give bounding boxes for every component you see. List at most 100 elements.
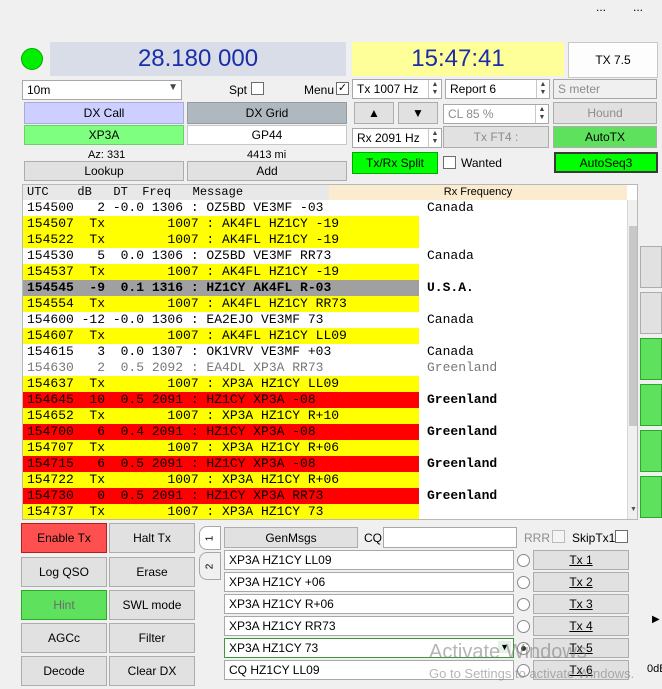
table-row[interactable]: 154607 Tx 1007 : AK4FL HZ1CY LL09 xyxy=(23,328,627,344)
side-button-5[interactable] xyxy=(640,430,662,472)
side-button-3[interactable] xyxy=(640,338,662,380)
table-row[interactable]: 154500 2 -0.0 1306 : OZ5BD VE3MF -03 Cana… xyxy=(23,200,627,216)
genmsgs-button[interactable]: GenMsgs xyxy=(224,527,358,548)
hound-button[interactable]: Hound xyxy=(553,102,657,124)
tx-frequency-spinbox[interactable]: Tx 1007 Hz ▲ ▼ xyxy=(352,79,442,99)
swl-mode-button[interactable]: SWL mode xyxy=(109,590,195,620)
table-row[interactable]: 154645 10 0.5 2091 : HZ1CY XP3A -08 Green… xyxy=(23,392,627,408)
table-row[interactable]: 154652 Tx 1007 : XP3A HZ1CY R+10 xyxy=(23,408,627,424)
side-button-6[interactable] xyxy=(640,476,662,518)
spt-checkbox[interactable] xyxy=(251,82,264,95)
cl-percent-spinbox: CL 85 % ▲ ▼ xyxy=(443,104,549,124)
side-button-4[interactable] xyxy=(640,384,662,426)
autoseq-button[interactable]: AutoSeq3 xyxy=(554,152,658,173)
rx-frequency-header: Rx Frequency xyxy=(329,185,627,200)
table-row[interactable]: 154507 Tx 1007 : AK4FL HZ1CY -19 xyxy=(23,216,627,232)
table-row[interactable]: 154522 Tx 1007 : AK4FL HZ1CY -19 xyxy=(23,232,627,248)
enable-tx-button[interactable]: Enable Tx xyxy=(21,523,107,553)
tx-select-radio[interactable] xyxy=(517,620,530,633)
filter-button[interactable]: Filter xyxy=(109,623,195,653)
lookup-button[interactable]: Lookup xyxy=(24,161,184,181)
halt-tx-button[interactable]: Halt Tx xyxy=(109,523,195,553)
tx-message-input[interactable]: XP3A HZ1CY +06 xyxy=(224,572,514,592)
decode-button[interactable]: Decode xyxy=(21,656,107,686)
activation-watermark-subtitle: Go to Settings to activate Windows. xyxy=(429,666,635,681)
side-button-1[interactable] xyxy=(640,246,662,288)
tx-4-button[interactable]: Tx 4 xyxy=(533,616,629,636)
table-row[interactable]: 154545 -9 0.1 1316 : HZ1CY AK4FL R-03 U.S… xyxy=(23,280,627,296)
rrr-checkbox[interactable] xyxy=(552,530,565,543)
table-row[interactable]: 154554 Tx 1007 : AK4FL HZ1CY RR73 xyxy=(23,296,627,312)
dx-grid-field[interactable]: GP44 xyxy=(187,125,347,145)
band-select[interactable]: 10m ▼ xyxy=(22,80,182,100)
table-row[interactable]: 154707 Tx 1007 : XP3A HZ1CY R+06 xyxy=(23,440,627,456)
table-row[interactable]: 154722 Tx 1007 : XP3A HZ1CY R+06 xyxy=(23,472,627,488)
side-button-2[interactable] xyxy=(640,292,662,334)
menu-checkbox[interactable]: ✓ xyxy=(336,82,349,95)
row-country: Canada xyxy=(427,344,474,359)
row-message: 154645 10 0.5 2091 : HZ1CY XP3A -08 xyxy=(27,392,316,407)
table-row[interactable]: 154537 Tx 1007 : AK4FL HZ1CY -19 xyxy=(23,264,627,280)
tx-message-input[interactable]: XP3A HZ1CY RR73 xyxy=(224,616,514,636)
table-row[interactable]: 154637 Tx 1007 : XP3A HZ1CY LL09 xyxy=(23,376,627,392)
table-row[interactable]: 154730 0 0.5 2091 : HZ1CY XP3A RR73 Green… xyxy=(23,488,627,504)
row-message: 154700 6 0.4 2091 : HZ1CY XP3A -08 xyxy=(27,424,316,439)
row-country: Canada xyxy=(427,200,474,215)
table-row[interactable]: 154700 6 0.4 2091 : HZ1CY XP3A -08 Greenl… xyxy=(23,424,627,440)
add-button[interactable]: Add xyxy=(187,161,347,181)
freq-up-button[interactable]: ▲ xyxy=(354,102,394,124)
row-message: 154500 2 -0.0 1306 : OZ5BD VE3MF -03 xyxy=(27,200,324,215)
row-message: 154507 Tx 1007 : AK4FL HZ1CY -19 xyxy=(27,216,340,231)
decode-table: UTC dB DT Freq Message Rx Frequency 1545… xyxy=(22,184,638,520)
rx-frequency-spinbox[interactable]: Rx 2091 Hz ▲ ▼ xyxy=(352,128,442,148)
window-menu-dots-2[interactable]: ... xyxy=(633,0,643,14)
skiptx1-checkbox[interactable] xyxy=(615,530,628,543)
agcc-button[interactable]: AGCc xyxy=(21,623,107,653)
tx-ft4-button[interactable]: Tx FT4 : xyxy=(443,126,549,148)
autotx-button[interactable]: AutoTX xyxy=(553,126,657,148)
table-row[interactable]: 154600 -12 -0.0 1306 : EA2EJO VE3MF 73 Ca… xyxy=(23,312,627,328)
spin-arrows-icon: ▲ ▼ xyxy=(535,105,548,123)
tx-message-input[interactable]: XP3A HZ1CY R+06 xyxy=(224,594,514,614)
dx-call-field[interactable]: XP3A xyxy=(24,125,184,145)
row-message: 154637 Tx 1007 : XP3A HZ1CY LL09 xyxy=(27,376,340,391)
spin-arrows-icon: ▲ ▼ xyxy=(536,80,549,98)
spt-label: Spt xyxy=(229,83,248,97)
tx-select-radio[interactable] xyxy=(517,598,530,611)
freq-down-button[interactable]: ▼ xyxy=(398,102,438,124)
row-country: Canada xyxy=(427,248,474,263)
clear-dx-button[interactable]: Clear DX xyxy=(109,656,195,686)
table-row[interactable]: 154630 2 0.5 2092 : EA4DL XP3A RR73 Green… xyxy=(23,360,627,376)
tab-2[interactable]: 2 xyxy=(199,552,221,580)
tx-2-button[interactable]: Tx 2 xyxy=(533,572,629,592)
table-row[interactable]: 154530 5 0.0 1306 : OZ5BD VE3MF RR73 Cana… xyxy=(23,248,627,264)
wanted-checkbox[interactable] xyxy=(443,156,456,169)
tx-power-button[interactable]: TX 7.5 xyxy=(568,42,658,78)
row-country: Greenland xyxy=(427,424,498,439)
scroll-down-icon[interactable]: ▼ xyxy=(630,506,637,513)
tx-3-button[interactable]: Tx 3 xyxy=(533,594,629,614)
decode-scrollbar[interactable]: ▼ xyxy=(627,200,637,519)
hint-button[interactable]: Hint xyxy=(21,590,107,620)
table-row[interactable]: 154715 6 0.5 2091 : HZ1CY XP3A -08 Greenl… xyxy=(23,456,627,472)
play-arrow-icon: ▶ xyxy=(652,614,660,625)
top-strip xyxy=(0,0,662,40)
log-qso-button[interactable]: Log QSO xyxy=(21,557,107,587)
txrx-split-button[interactable]: Tx/Rx Split xyxy=(352,152,438,174)
window-menu-dots[interactable]: ... xyxy=(596,0,606,14)
cq-input[interactable] xyxy=(383,527,517,548)
scrollbar-thumb[interactable] xyxy=(629,226,637,426)
report-spinbox[interactable]: Report 6 ▲ ▼ xyxy=(445,79,550,99)
table-row[interactable]: 154615 3 0.0 1307 : OK1VRV VE3MF +03 Cana… xyxy=(23,344,627,360)
tx-1-button[interactable]: Tx 1 xyxy=(533,550,629,570)
row-message: 154537 Tx 1007 : AK4FL HZ1CY -19 xyxy=(27,264,340,279)
row-message: 154530 5 0.0 1306 : OZ5BD VE3MF RR73 xyxy=(27,248,332,263)
tab-1[interactable]: 1 xyxy=(199,526,221,550)
spin-arrows-icon: ▲ ▼ xyxy=(428,129,441,147)
menu-label: Menu xyxy=(304,83,335,97)
tx-select-radio[interactable] xyxy=(517,554,530,567)
tx-message-input[interactable]: XP3A HZ1CY LL09 xyxy=(224,550,514,570)
erase-button[interactable]: Erase xyxy=(109,557,195,587)
table-row[interactable]: 154737 Tx 1007 : XP3A HZ1CY 73 xyxy=(23,504,627,519)
tx-select-radio[interactable] xyxy=(517,576,530,589)
